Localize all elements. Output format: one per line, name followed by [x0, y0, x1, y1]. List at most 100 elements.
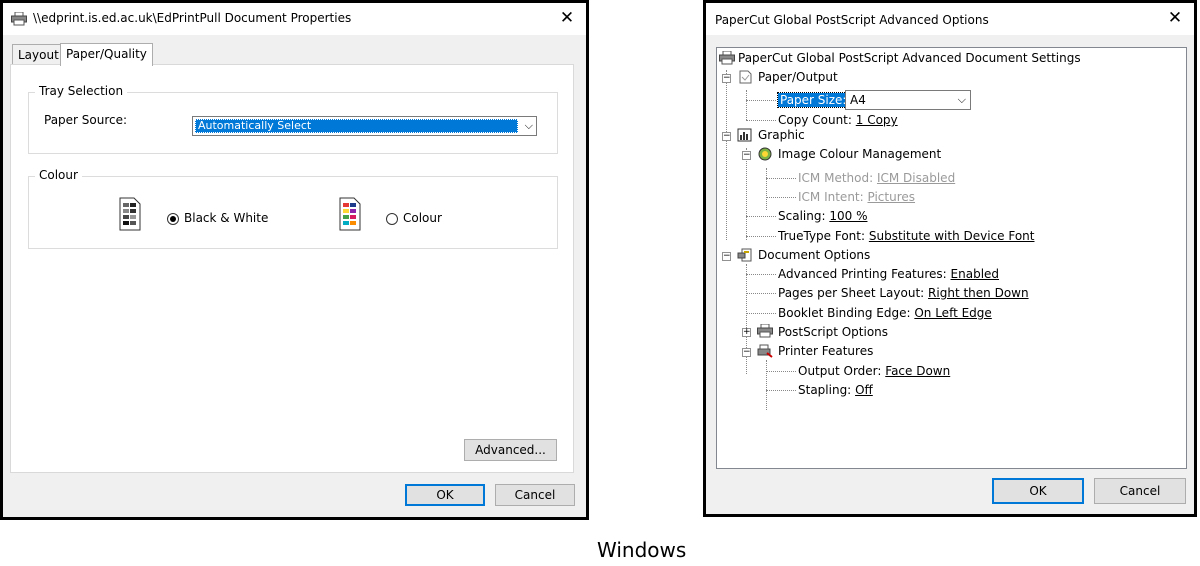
tree-item-printer-features[interactable]: Printer Features [778, 343, 873, 359]
title-bar: PaperCut Global PostScript Advanced Opti… [706, 3, 1194, 35]
graphic-icon [737, 128, 752, 142]
stapling-label: Stapling: [798, 383, 852, 397]
tab-paper-quality[interactable]: Paper/Quality [60, 43, 153, 66]
colour-radio[interactable] [386, 213, 398, 225]
collapse-document-options[interactable]: − [722, 252, 731, 261]
collapse-paper-output[interactable]: − [722, 74, 731, 83]
collapse-graphic[interactable]: − [722, 132, 731, 141]
tree-line [766, 390, 796, 391]
tree-item-paper-size[interactable]: Paper Size: [776, 92, 850, 108]
tree-item-paper-output[interactable]: Paper/Output [758, 69, 838, 85]
paper-quality-panel: Tray Selection Paper Source: Automatical… [10, 64, 574, 473]
tree-line [766, 168, 767, 210]
advanced-button[interactable]: Advanced... [464, 439, 557, 461]
colour-group-label: Colour [35, 168, 82, 182]
tree-line [766, 360, 767, 410]
tree-line [746, 120, 776, 121]
tray-selection-label: Tray Selection [35, 84, 128, 98]
tree-item-graphic[interactable]: Graphic [758, 127, 805, 143]
dialog-body: PaperCut Global PostScript Advanced Docu… [706, 35, 1194, 514]
tree-item-stapling[interactable]: Stapling: Off [798, 382, 873, 398]
paper-source-select[interactable]: Automatically Select ⌵ [192, 116, 537, 136]
tree-item-postscript-options[interactable]: PostScript Options [778, 324, 888, 340]
tab-layout[interactable]: Layout [12, 44, 65, 65]
tree-item-pages-layout[interactable]: Pages per Sheet Layout: Right then Down [778, 285, 1029, 301]
close-icon[interactable]: ✕ [1164, 7, 1186, 29]
paper-size-label: Paper Size: [776, 92, 850, 108]
close-icon[interactable]: ✕ [556, 7, 578, 29]
tree-item-copy-count[interactable]: Copy Count: 1 Copy [778, 112, 898, 128]
tree-item-icm-intent: ICM Intent: Pictures [798, 189, 915, 205]
cancel-button[interactable]: Cancel [1094, 478, 1186, 504]
advanced-printing-value[interactable]: Enabled [951, 267, 1000, 281]
platform-caption: Windows [597, 538, 687, 562]
black-white-label: Black & White [184, 211, 269, 225]
stapling-value[interactable]: Off [855, 383, 873, 397]
tree-item-scaling[interactable]: Scaling: 100 % [778, 208, 867, 224]
pages-layout-value[interactable]: Right then Down [928, 286, 1029, 300]
tree-line [746, 90, 747, 120]
colour-document-icon [339, 197, 361, 231]
truetype-label: TrueType Font: [778, 229, 866, 243]
black-white-radio[interactable] [167, 213, 179, 225]
tree-line [746, 293, 776, 294]
tray-selection-group: Tray Selection Paper Source: Automatical… [28, 84, 558, 154]
paper-source-value: Automatically Select [195, 119, 518, 133]
document-properties-window: \\edprint.is.ed.ac.uk\EdPrintPull Docume… [0, 0, 589, 520]
icm-method-value: ICM Disabled [876, 171, 956, 185]
truetype-value[interactable]: Substitute with Device Font [869, 229, 1035, 243]
copy-count-label: Copy Count: [778, 113, 852, 127]
collapse-icm[interactable]: − [742, 151, 751, 160]
dialog-body: Layout Paper/Quality Tray Selection Pape… [3, 35, 586, 517]
tree-line [726, 70, 727, 240]
scaling-label: Scaling: [778, 209, 826, 223]
booklet-edge-label: Booklet Binding Edge: [778, 306, 911, 320]
tree-line [746, 264, 747, 374]
tree-line [766, 197, 796, 198]
ok-button[interactable]: OK [992, 478, 1084, 504]
collapse-printer-features[interactable]: − [742, 348, 751, 357]
tree-item-output-order[interactable]: Output Order: Face Down [798, 363, 950, 379]
title-bar: \\edprint.is.ed.ac.uk\EdPrintPull Docume… [3, 3, 586, 35]
window-title: PaperCut Global PostScript Advanced Opti… [715, 13, 989, 27]
tree-item-document-options[interactable]: Document Options [758, 247, 870, 263]
tree-item-advanced-printing[interactable]: Advanced Printing Features: Enabled [778, 266, 999, 282]
colour-group: Colour Black & White Colour [28, 168, 558, 249]
bw-document-icon [119, 197, 141, 231]
tree-item-booklet-edge[interactable]: Booklet Binding Edge: On Left Edge [778, 305, 992, 321]
chevron-down-icon: ⌵ [957, 93, 966, 106]
output-order-label: Output Order: [798, 364, 882, 378]
postscript-icon [757, 324, 773, 338]
tree-line [746, 148, 747, 240]
chevron-down-icon: ⌵ [524, 119, 533, 132]
tree-line [766, 178, 796, 179]
tree-line [746, 274, 776, 275]
tree-root-label: PaperCut Global PostScript Advanced Docu… [738, 51, 1081, 65]
scaling-value[interactable]: 100 % [829, 209, 867, 223]
tree-item-icm-method: ICM Method: ICM Disabled [798, 170, 955, 186]
tree-item-truetype[interactable]: TrueType Font: Substitute with Device Fo… [778, 228, 1034, 244]
ok-button[interactable]: OK [405, 484, 485, 506]
colour-label: Colour [403, 211, 442, 225]
advanced-options-window: PaperCut Global PostScript Advanced Opti… [703, 0, 1197, 517]
colour-management-icon [758, 147, 772, 161]
icm-intent-value: Pictures [867, 190, 916, 204]
tree-root[interactable]: PaperCut Global PostScript Advanced Docu… [738, 50, 1081, 66]
printer-features-icon [757, 344, 773, 358]
copy-count-value[interactable]: 1 Copy [856, 113, 898, 127]
tree-item-icm[interactable]: Image Colour Management [778, 146, 941, 162]
printer-icon [11, 12, 27, 26]
output-order-value[interactable]: Face Down [885, 364, 950, 378]
tree-line [746, 100, 776, 101]
paper-size-select[interactable]: A4 ⌵ [845, 90, 971, 110]
tree-line [766, 371, 796, 372]
icm-method-label: ICM Method: [798, 171, 874, 185]
paper-output-icon [739, 70, 752, 84]
paper-size-value: A4 [850, 93, 866, 107]
printer-icon [719, 51, 735, 65]
window-title: \\edprint.is.ed.ac.uk\EdPrintPull Docume… [33, 11, 352, 25]
settings-tree[interactable]: PaperCut Global PostScript Advanced Docu… [716, 47, 1187, 469]
booklet-edge-value[interactable]: On Left Edge [914, 306, 991, 320]
expand-postscript-options[interactable]: + [742, 328, 751, 337]
cancel-button[interactable]: Cancel [495, 484, 575, 506]
